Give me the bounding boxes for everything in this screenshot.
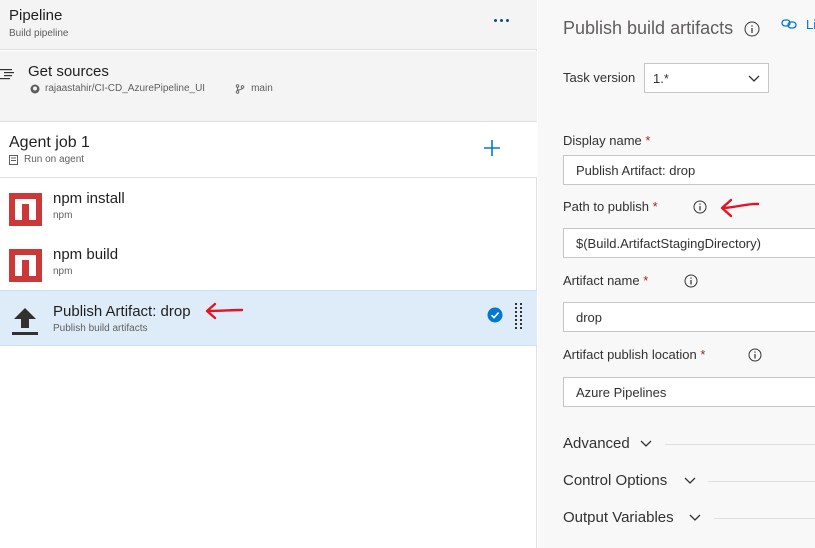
task-version-select[interactable]: 1.* xyxy=(644,63,769,93)
branch-name: main xyxy=(251,83,273,94)
link-settings[interactable]: Li xyxy=(806,17,815,32)
chevron-down-icon[interactable] xyxy=(640,440,652,448)
task-subtitle: npm xyxy=(53,266,73,277)
sources-meta: rajaastahir/CI-CD_AzurePipeline_UI main xyxy=(30,83,273,94)
agent-job-subtitle: Run on agent xyxy=(9,154,84,165)
pipeline-subtitle: Build pipeline xyxy=(9,28,69,39)
required-mark: * xyxy=(645,133,651,148)
section-divider xyxy=(708,481,815,482)
pipeline-title: Pipeline xyxy=(9,7,63,24)
repo-name: rajaastahir/CI-CD_AzurePipeline_UI xyxy=(45,83,206,94)
display-name-field[interactable]: Publish Artifact: drop xyxy=(563,155,815,185)
task-details-panel: Publish build artifacts Li Task version … xyxy=(538,0,815,548)
agent-job-title: Agent job 1 xyxy=(9,134,90,151)
artifact-name-field[interactable]: drop xyxy=(563,302,815,332)
artifact-location-select[interactable]: Azure Pipelines xyxy=(563,377,815,407)
required-mark: * xyxy=(652,199,658,214)
task-npm-build[interactable]: npm build npm xyxy=(0,234,537,290)
add-task-button[interactable] xyxy=(482,138,502,158)
required-mark: * xyxy=(700,347,706,362)
path-label-text: Path to publish xyxy=(563,199,650,214)
dot-icon xyxy=(500,19,503,22)
task-title: Publish Artifact: drop xyxy=(53,303,191,320)
location-label-text: Artifact publish location xyxy=(563,347,697,362)
info-icon[interactable] xyxy=(693,200,707,214)
server-icon xyxy=(9,154,18,165)
get-sources-item[interactable]: Get sources rajaastahir/CI-CD_AzurePipel… xyxy=(0,51,537,122)
info-icon[interactable] xyxy=(748,348,762,362)
required-mark: * xyxy=(643,273,649,288)
pipeline-tasks-panel: Pipeline Build pipeline Get sources raja… xyxy=(0,0,537,548)
task-subtitle: Publish build artifacts xyxy=(53,323,148,334)
agent-job-item[interactable]: Agent job 1 Run on agent xyxy=(0,122,537,178)
annotation-arrow-icon xyxy=(205,302,244,320)
pipeline-header[interactable]: Pipeline Build pipeline xyxy=(0,0,537,50)
task-version-label: Task version xyxy=(563,70,636,85)
branch-icon xyxy=(235,83,245,94)
info-icon[interactable] xyxy=(744,21,760,37)
task-publish-artifact[interactable]: Publish Artifact: drop Publish build art… xyxy=(0,290,537,346)
upload-icon xyxy=(12,308,38,335)
task-subtitle: npm xyxy=(53,210,73,221)
section-control-options[interactable]: Control Options xyxy=(563,472,667,489)
display-name-label: Display name * xyxy=(563,133,650,148)
chevron-down-icon[interactable] xyxy=(689,514,701,522)
drag-handle-icon[interactable] xyxy=(515,303,523,331)
artifact-name-label-text: Artifact name xyxy=(563,273,640,288)
task-title: npm build xyxy=(53,246,119,263)
section-advanced[interactable]: Advanced xyxy=(563,435,630,452)
artifact-name-label: Artifact name * xyxy=(563,273,648,288)
info-icon[interactable] xyxy=(684,274,698,288)
section-advanced-label: Advanced xyxy=(563,435,630,452)
dot-icon xyxy=(506,19,509,22)
section-output-variables[interactable]: Output Variables xyxy=(563,509,674,526)
agent-run-text: Run on agent xyxy=(24,154,85,165)
github-icon xyxy=(30,84,40,93)
task-title: npm install xyxy=(53,190,125,207)
list-icon xyxy=(0,69,14,80)
dot-icon xyxy=(494,19,497,22)
task-version-value: 1.* xyxy=(653,71,669,86)
npm-icon xyxy=(9,193,42,226)
npm-icon-bar xyxy=(22,260,29,276)
path-to-publish-label: Path to publish * xyxy=(563,199,658,214)
more-options-button[interactable] xyxy=(492,14,514,28)
panel-title: Publish build artifacts xyxy=(563,18,734,38)
npm-icon xyxy=(9,249,42,282)
display-name-label-text: Display name xyxy=(563,133,642,148)
annotation-arrow-icon xyxy=(720,198,760,218)
link-icon[interactable] xyxy=(781,17,797,31)
task-npm-install[interactable]: npm install npm xyxy=(0,178,537,234)
section-control-label: Control Options xyxy=(563,472,668,489)
check-circle-icon xyxy=(487,307,503,323)
chevron-down-icon xyxy=(748,75,760,82)
section-divider xyxy=(665,444,815,445)
get-sources-title: Get sources xyxy=(28,63,109,80)
npm-icon-bar xyxy=(22,204,29,220)
section-divider xyxy=(714,518,815,519)
artifact-location-label: Artifact publish location * xyxy=(563,347,705,362)
section-output-label: Output Variables xyxy=(563,509,674,526)
path-to-publish-field[interactable]: $(Build.ArtifactStagingDirectory) xyxy=(563,228,815,258)
chevron-down-icon[interactable] xyxy=(684,477,696,485)
